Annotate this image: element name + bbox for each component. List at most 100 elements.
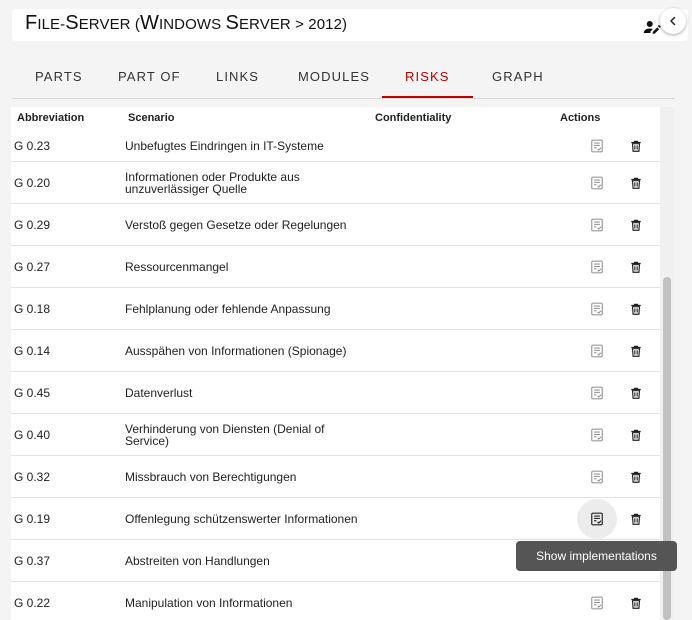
- title-part-cap: F: [25, 12, 38, 34]
- column-header-confidentiality[interactable]: Confidentiality: [375, 112, 451, 124]
- delete-button[interactable]: [616, 163, 656, 203]
- tab-risks[interactable]: RISKS: [382, 56, 473, 98]
- table-row[interactable]: G 0.29 Verstoß gegen Gesetze oder Regelun…: [11, 204, 660, 246]
- trash-icon: [631, 261, 641, 273]
- delete-button[interactable]: [616, 126, 656, 166]
- show-implementations-button[interactable]: [577, 331, 617, 371]
- table-row[interactable]: G 0.19 Offenlegung schützenswerter Inform…: [11, 498, 660, 540]
- list-check-icon: [591, 260, 603, 273]
- trash-icon: [631, 219, 641, 231]
- show-implementations-button[interactable]: [577, 583, 617, 620]
- list-check-icon: [591, 386, 603, 399]
- cell-scenario: Datenverlust: [125, 385, 193, 400]
- list-check-icon: [591, 344, 603, 357]
- title-part-cap: S: [225, 12, 239, 34]
- table-row[interactable]: G 0.40 Verhinderung von Diensten (Denial …: [11, 414, 660, 456]
- cell-abbreviation: G 0.37: [14, 553, 51, 568]
- tab-links[interactable]: LINKS: [193, 56, 282, 97]
- cell-abbreviation: G 0.32: [14, 469, 51, 484]
- delete-button[interactable]: [616, 583, 656, 620]
- show-implementations-button[interactable]: [577, 126, 617, 166]
- trash-icon: [631, 597, 641, 609]
- cell-abbreviation: G 0.20: [14, 175, 51, 190]
- cell-scenario: Offenlegung schützenswerter Informatione…: [125, 511, 358, 526]
- trash-icon: [631, 513, 641, 525]
- table-row[interactable]: G 0.14 Ausspähen von Informationen (Spion…: [11, 330, 660, 372]
- tab-part-of[interactable]: PART OF: [95, 56, 204, 97]
- delete-button[interactable]: [616, 289, 656, 329]
- delete-button[interactable]: [616, 457, 656, 497]
- cell-abbreviation: G 0.45: [14, 385, 51, 400]
- cell-abbreviation: G 0.19: [14, 511, 51, 526]
- show-implementations-button[interactable]: [577, 457, 617, 497]
- list-check-icon: [591, 596, 603, 609]
- page-title: File-Server (Windows Server > 2012): [25, 12, 347, 35]
- delete-button[interactable]: [616, 247, 656, 287]
- title-part-low: erver > 2012): [238, 16, 348, 33]
- table-row[interactable]: G 0.45 Datenverlust: [11, 372, 660, 414]
- trash-icon: [631, 387, 641, 399]
- cell-abbreviation: G 0.18: [14, 301, 51, 316]
- cell-scenario: Fehlplanung oder fehlende Anpassung: [125, 301, 331, 316]
- delete-button[interactable]: [616, 415, 656, 455]
- show-implementations-button[interactable]: [577, 415, 617, 455]
- show-implementations-button[interactable]: [577, 289, 617, 329]
- tab-graph[interactable]: GRAPH: [469, 56, 567, 97]
- column-header-scenario[interactable]: Scenario: [128, 112, 174, 124]
- list-check-icon: [591, 176, 603, 189]
- show-implementations-button[interactable]: [577, 163, 617, 203]
- title-part-low: ile-: [37, 16, 66, 33]
- show-implementations-button[interactable]: [577, 205, 617, 245]
- column-header-actions: Actions: [560, 112, 601, 124]
- list-check-icon: [591, 139, 603, 153]
- show-implementations-button[interactable]: [577, 373, 617, 413]
- page-header: File-Server (Windows Server > 2012): [12, 9, 688, 41]
- cell-abbreviation: G 0.22: [14, 595, 51, 610]
- list-check-icon: [591, 428, 603, 441]
- list-check-icon: [591, 302, 603, 315]
- table-row[interactable]: G 0.27 Ressourcenmangel: [11, 246, 660, 288]
- list-check-icon: [591, 218, 603, 231]
- table-row[interactable]: G 0.18 Fehlplanung oder fehlende Anpassun…: [11, 288, 660, 330]
- collapse-panel-button[interactable]: [660, 8, 686, 34]
- tab-bar: PARTS PART OF LINKS MODULES RISKS GRAPH: [12, 56, 675, 99]
- cell-scenario: Unbefugtes Eindringen in IT-Systeme: [125, 139, 324, 153]
- delete-button[interactable]: [616, 499, 656, 539]
- tab-parts[interactable]: PARTS: [12, 56, 106, 97]
- delete-button[interactable]: [616, 331, 656, 371]
- trash-icon: [631, 471, 641, 483]
- trash-icon: [631, 140, 641, 152]
- cell-scenario: Missbrauch von Berechtigungen: [125, 469, 297, 484]
- cell-scenario: Informationen oder Produkte aus unzuverl…: [125, 169, 300, 196]
- title-part-low: erver (: [78, 16, 140, 33]
- delete-button[interactable]: [616, 373, 656, 413]
- tab-modules[interactable]: MODULES: [275, 56, 393, 97]
- title-part-low: indows: [158, 16, 226, 33]
- column-header-abbreviation[interactable]: Abbreviation: [17, 112, 84, 124]
- table-row[interactable]: G 0.22 Manipulation von Informationen: [11, 582, 660, 620]
- cell-scenario: Verhinderung von Diensten (Denial of Ser…: [125, 421, 325, 448]
- cell-scenario: Abstreiten von Handlungen: [125, 553, 270, 568]
- trash-icon: [631, 429, 641, 441]
- trash-icon: [631, 345, 641, 357]
- cell-abbreviation: G 0.40: [14, 427, 51, 442]
- table-row[interactable]: G 0.20 Informationen oder Produkte aus un…: [11, 162, 660, 204]
- table-row[interactable]: G 0.32 Missbrauch von Berechtigungen: [11, 456, 660, 498]
- cell-abbreviation: G 0.14: [14, 343, 51, 358]
- list-check-icon: [591, 470, 603, 483]
- cell-scenario: Ausspähen von Informationen (Spionage): [125, 343, 347, 358]
- trash-icon: [631, 303, 641, 315]
- show-implementations-button[interactable]: [577, 247, 617, 287]
- title-part-cap: W: [139, 12, 159, 34]
- table-row[interactable]: G 0.23 Unbefugtes Eindringen in IT-System…: [11, 131, 660, 162]
- cell-scenario: Ressourcenmangel: [125, 259, 229, 274]
- show-implementations-button[interactable]: [577, 498, 617, 539]
- cell-scenario: Verstoß gegen Gesetze oder Regelungen: [125, 217, 347, 232]
- chevron-left-icon: [670, 16, 676, 26]
- cell-scenario: Manipulation von Informationen: [125, 595, 293, 610]
- delete-button[interactable]: [616, 205, 656, 245]
- list-check-icon: [591, 512, 603, 525]
- title-part-cap: S: [65, 12, 79, 34]
- cell-abbreviation: G 0.27: [14, 259, 51, 274]
- tooltip: Show implementations: [516, 541, 677, 571]
